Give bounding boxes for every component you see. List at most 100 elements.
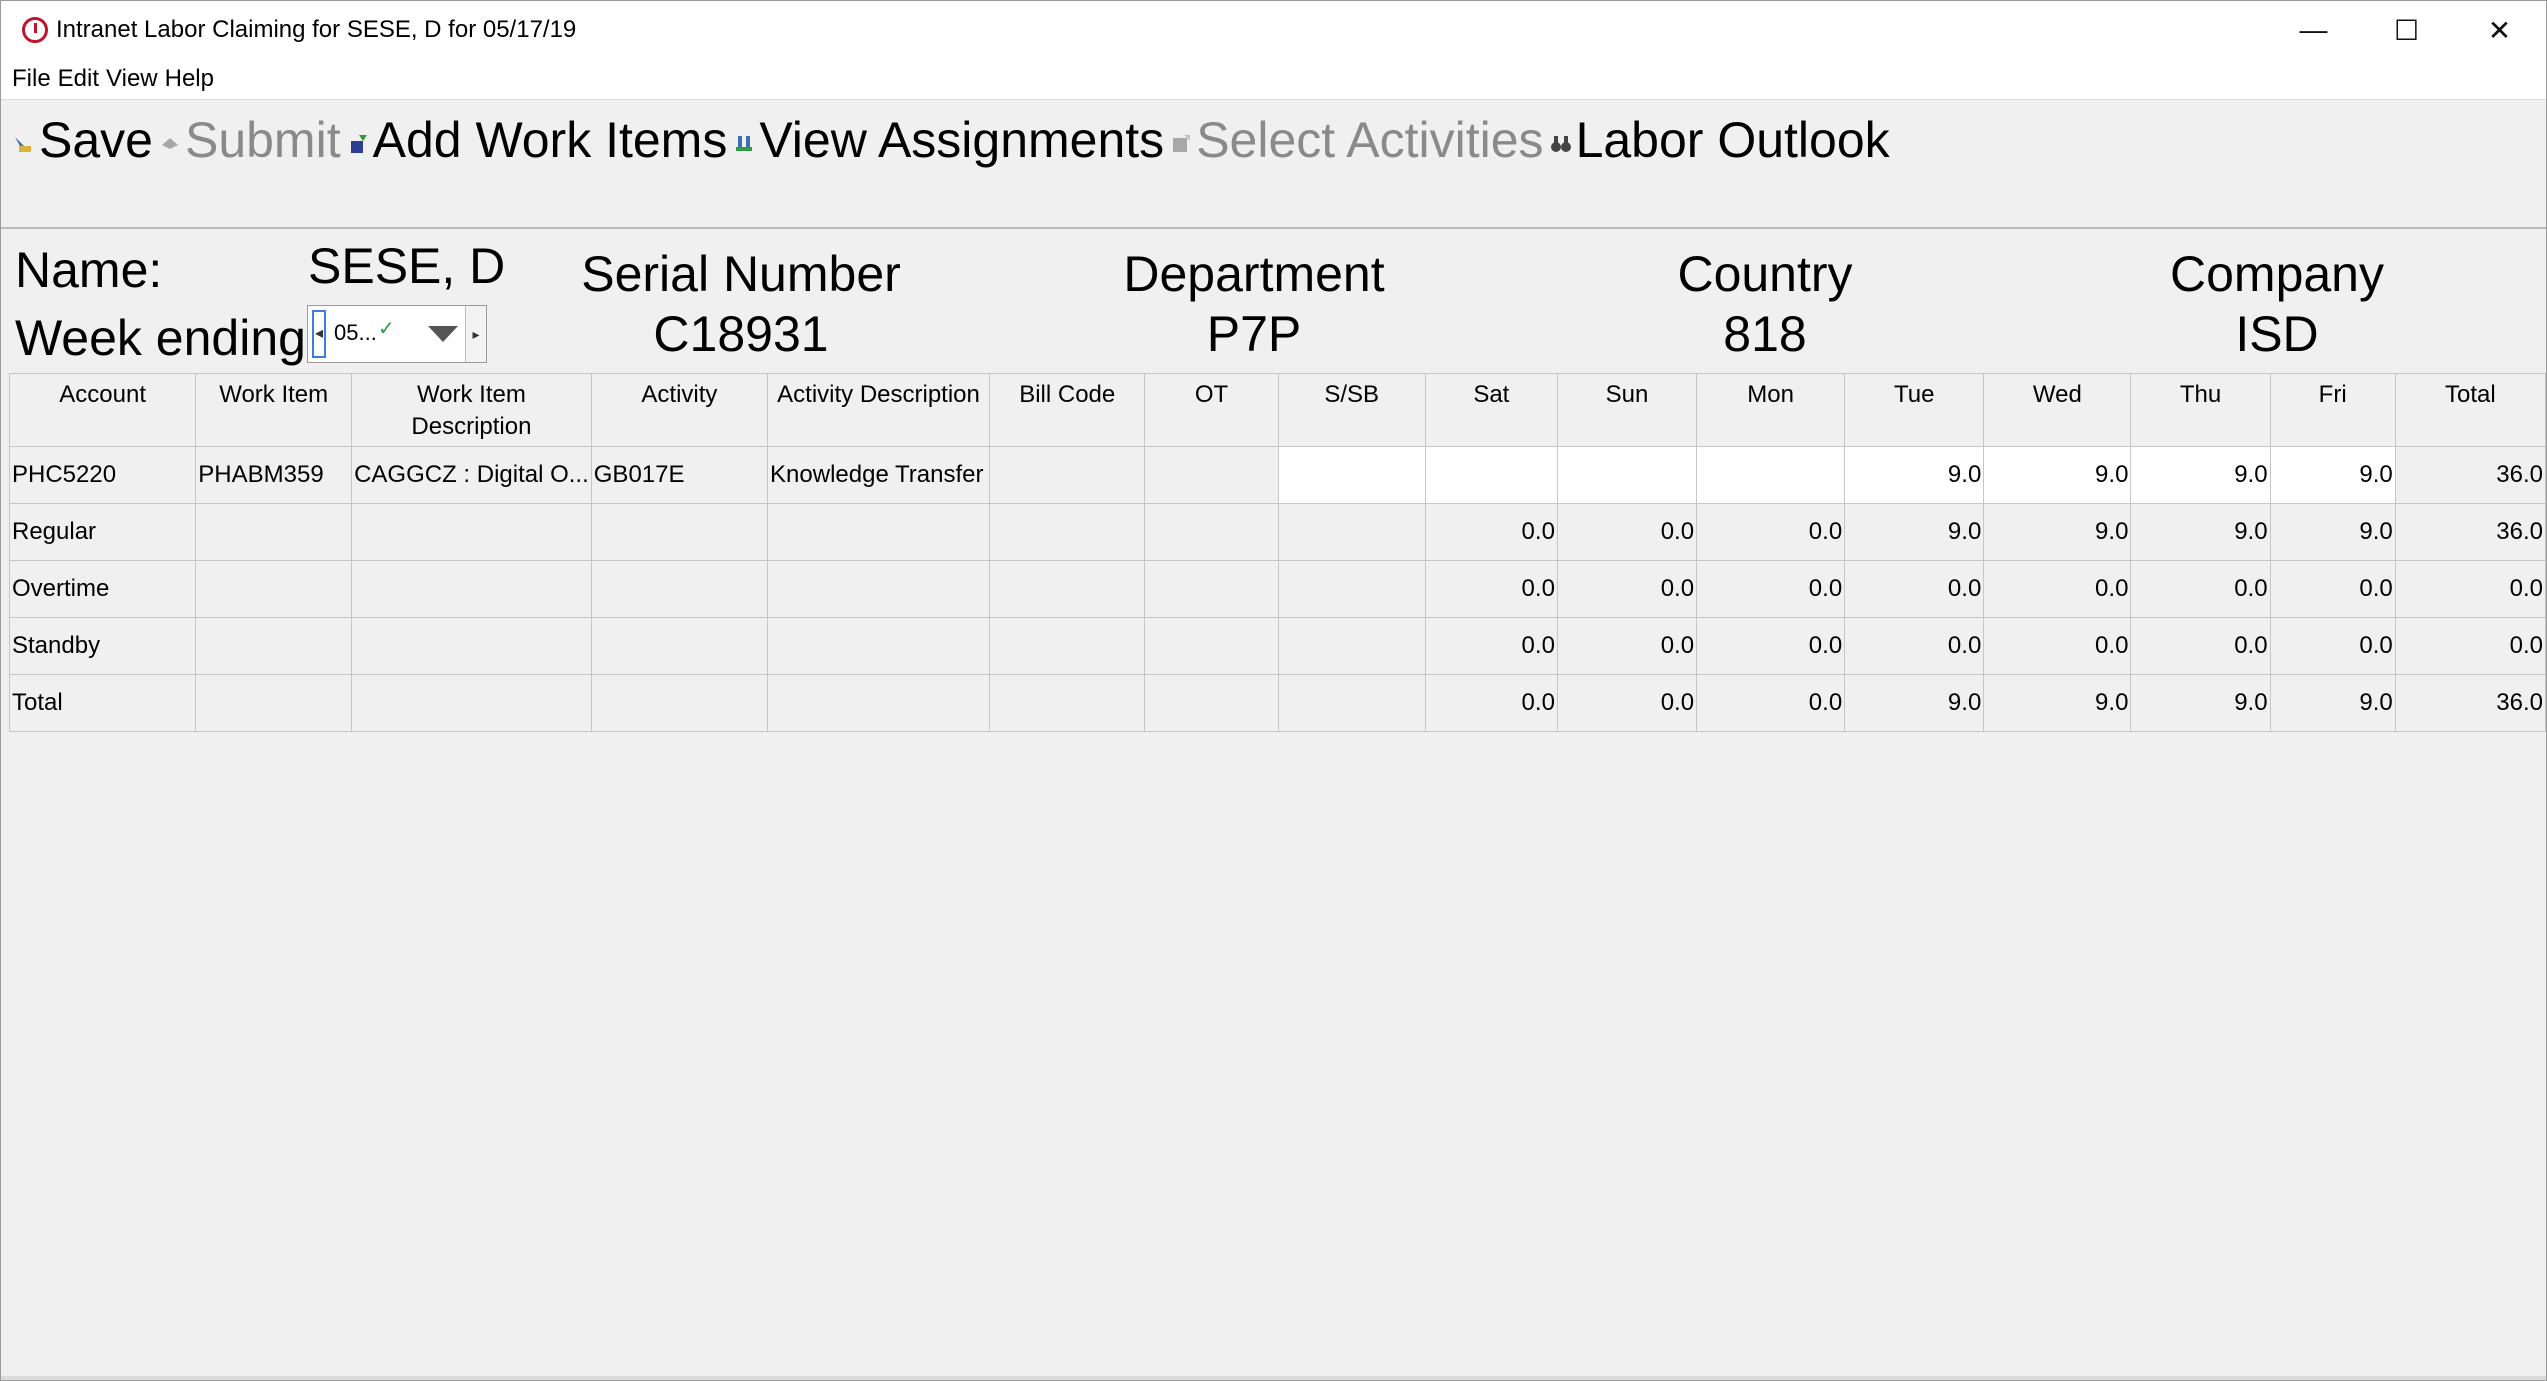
grid-cell[interactable]: Knowledge Transfer [767,446,990,504]
submit-label: Submit [184,112,341,168]
grid-cell: 0.0 [1556,674,1698,732]
app-clock-icon [22,17,48,43]
country-label: Country [1677,246,1853,302]
menu-help[interactable]: Help [165,65,214,93]
grid-cell[interactable]: PHC5220 [8,446,197,504]
column-header[interactable]: Bill Code [988,373,1146,447]
grid-cell: Overtime [8,560,197,618]
hours-input-cell[interactable]: 9.0 [1983,446,2132,504]
grid-cell [767,617,990,675]
column-header[interactable]: Tue [1844,373,1985,447]
column-header[interactable]: Work Item Description [351,373,592,447]
grid-cell [1144,674,1279,732]
week-ending-value: 05... [334,320,377,345]
column-header[interactable]: Total [2394,373,2547,447]
grid-cell[interactable] [988,446,1146,504]
labor-outlook-button[interactable]: Labor Outlook [1550,104,1890,176]
add-work-items-label: Add Work Items [372,112,728,168]
grid-cell[interactable]: CAGGCZ : Digital O... [351,446,592,504]
submit-button[interactable]: Submit [159,104,341,176]
grid-cell [1277,560,1426,618]
grid-cell: Regular [8,503,197,561]
menu-edit[interactable]: Edit [58,65,99,93]
toolbar: Save Submit Add Work Items View Assignme… [1,99,2546,229]
company-value: ISD [2235,306,2319,362]
menu-bar: File Edit View Help [1,59,2546,99]
grid-cell [351,674,592,732]
grid-cell[interactable]: PHABM359 [195,446,353,504]
column-header[interactable]: Thu [2130,373,2271,447]
column-header[interactable]: Account [8,373,197,447]
hours-input-cell[interactable]: 9.0 [2269,446,2396,504]
column-header[interactable]: S/SB [1277,373,1426,447]
grid-cell: 0.0 [1556,560,1698,618]
grid-cell: 0.0 [1424,674,1558,732]
labor-outlook-label: Labor Outlook [1575,112,1890,168]
menu-view[interactable]: View [106,65,158,93]
column-header[interactable]: Mon [1696,373,1846,447]
week-ending-picker[interactable]: ◂ 05... ✓ ▸ [307,305,487,363]
grid-cell: 0.0 [1556,617,1698,675]
grid-cell [351,617,592,675]
menu-file[interactable]: File [12,65,51,93]
grid-cell: 0.0 [1556,503,1698,561]
week-ending-label: Week ending: [15,310,320,366]
column-header[interactable]: OT [1144,373,1279,447]
hours-input-cell[interactable]: 9.0 [2130,446,2271,504]
regular-summary-row: Regular 0.0 0.0 0.0 9.0 9.0 9.0 9.0 36.0 [8,503,2547,561]
grid-cell: 9.0 [1844,674,1985,732]
grid-cell: 36.0 [2394,674,2547,732]
grid-cell [1144,617,1279,675]
grid-cell [590,560,769,618]
grid-cell[interactable]: GB017E [590,446,769,504]
grid-cell: 9.0 [1983,503,2132,561]
standby-summary-row: Standby 0.0 0.0 0.0 0.0 0.0 0.0 0.0 0.0 [8,617,2547,675]
minimize-button[interactable]: — [2267,1,2360,59]
grid-cell [195,503,353,561]
column-header[interactable]: Activity [590,373,769,447]
grid-cell [1277,674,1426,732]
grid-cell[interactable] [1144,446,1279,504]
grid-cell [1144,503,1279,561]
save-label: Save [39,112,153,168]
column-header[interactable]: Work Item [195,373,353,447]
grid-cell [988,503,1146,561]
add-work-items-button[interactable]: Add Work Items [347,104,728,176]
column-header[interactable]: Activity Description [767,373,990,447]
save-button[interactable]: Save [13,104,153,176]
activities-icon [1173,135,1191,152]
hours-input-cell[interactable] [1277,446,1426,504]
previous-week-arrow[interactable]: ◂ [312,310,326,358]
next-week-arrow[interactable]: ▸ [465,306,486,362]
department-value: P7P [1206,306,1302,362]
hours-input-cell[interactable]: 9.0 [1844,446,1985,504]
column-header[interactable]: Wed [1983,373,2132,447]
grid-cell: 0.0 [1844,560,1985,618]
column-header[interactable]: Fri [2269,373,2396,447]
grid-cell: 9.0 [2269,503,2396,561]
serial-number-value: C18931 [653,306,829,362]
view-assignments-label: View Assignments [759,112,1165,168]
select-activities-button[interactable]: Select Activities [1170,104,1544,176]
hours-input-cell[interactable] [1424,446,1558,504]
grid-cell: 0.0 [2269,617,2396,675]
work-item-row: PHC5220 PHABM359 CAGGCZ : Digital O... G… [8,446,2547,504]
grid-cell [195,560,353,618]
grid-cell: 0.0 [2394,617,2547,675]
labor-claiming-window: Intranet Labor Claiming for SESE, D for … [0,0,2547,1381]
overtime-summary-row: Overtime 0.0 0.0 0.0 0.0 0.0 0.0 0.0 0.0 [8,560,2547,618]
close-button[interactable]: ✕ [2453,1,2546,59]
grid-cell: Standby [8,617,197,675]
hours-input-cell[interactable] [1556,446,1698,504]
grid-cell: 36.0 [2394,503,2547,561]
grid-cell: 9.0 [1983,674,2132,732]
chevron-down-icon[interactable] [418,310,468,358]
grid-cell [767,674,990,732]
maximize-button[interactable]: ☐ [2360,1,2453,59]
column-header[interactable]: Sun [1556,373,1698,447]
view-assignments-button[interactable]: View Assignments [733,104,1164,176]
column-header[interactable]: Sat [1424,373,1558,447]
name-label: Name: [15,242,163,298]
grid-cell [195,674,353,732]
hours-input-cell[interactable] [1696,446,1846,504]
